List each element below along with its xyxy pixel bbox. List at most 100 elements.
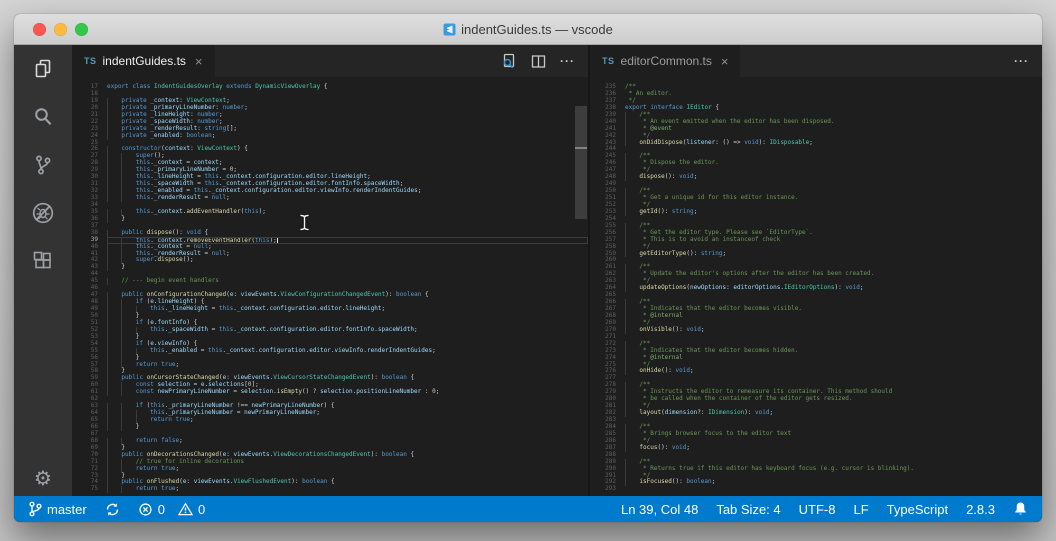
code-editor-editorcommon[interactable]: 235/** 236 * An editor. 237 */238 export in… (590, 77, 1042, 496)
code-text: this._lineHeight = this._context.configu… (107, 305, 588, 313)
code-line: 270 onVisible(): void; (590, 326, 1042, 334)
code-text: * @internal (625, 354, 1042, 362)
code-text: this._enabled = this._context.configurat… (107, 347, 588, 355)
code-line: 287 focus(): void; (590, 444, 1042, 452)
code-text: this._spaceWidth = this._context.configu… (107, 326, 588, 334)
activity-settings[interactable]: ⚙ (14, 468, 72, 488)
error-icon (139, 502, 152, 516)
editor-group-right: TS editorCommon.ts × ··· 235/** 236 * An … (590, 45, 1042, 496)
line-number: 63 (90, 402, 98, 410)
code-line: 253 getId(): string; (590, 208, 1042, 216)
line-number: 62 (90, 395, 98, 403)
code-text: private _enabled: boolean; (107, 132, 588, 140)
code-text: * An event emitted when the editor has b… (625, 118, 1042, 126)
problems-indicator[interactable]: 0 0 (138, 502, 205, 517)
status-bar-right: Ln 39, Col 48 Tab Size: 4 UTF-8 LF TypeS… (621, 501, 1028, 517)
code-line: 277 (590, 374, 1042, 382)
code-line: 55 this._enabled = this._context.configur… (72, 347, 588, 355)
gear-icon: ⚙ (34, 466, 52, 490)
code-text: isFocused(): boolean; (625, 478, 1042, 487)
code-text: getId(): string; (625, 208, 1042, 216)
line-number: 67 (90, 429, 98, 437)
line-number: 36 (90, 214, 98, 222)
split-editor-icon[interactable] (531, 54, 546, 69)
notifications-bell-icon[interactable] (1013, 501, 1028, 517)
code-text: * Indicates that the editor becomes hidd… (625, 347, 1042, 355)
minimize-window-button[interactable] (54, 23, 67, 36)
activity-source-control[interactable] (14, 141, 72, 189)
code-text: this._renderResult = null; (107, 194, 588, 202)
code-text: // true for inline decorations (107, 458, 588, 466)
line-number: 51 (90, 318, 98, 326)
line-number: 50 (90, 311, 98, 319)
code-text: * Returns true if this editor has keyboa… (625, 465, 1042, 473)
vscode-window: indentGuides.ts — vscode ⚙ TS indentGuid… (14, 14, 1042, 522)
code-line: 254 (590, 215, 1042, 223)
language-mode-indicator[interactable]: TypeScript (887, 502, 948, 517)
line-number: 24 (90, 131, 98, 139)
code-text: * be called when the container of the ed… (625, 395, 1042, 404)
line-number: 28 (90, 159, 98, 167)
code-text: * Get a unique id for this editor instan… (625, 194, 1042, 202)
activity-search[interactable] (14, 93, 72, 141)
code-text: // --- begin event handlers (107, 277, 588, 286)
open-preview-icon[interactable] (501, 53, 517, 69)
code-text: * Dispose the editor. (625, 159, 1042, 168)
code-text: } (107, 423, 588, 431)
editor-group-left: TS indentGuides.ts × ··· 17 export class … (72, 45, 590, 496)
tab-editorcommon[interactable]: TS editorCommon.ts × (590, 45, 741, 77)
code-line: 36} (72, 214, 588, 223)
line-number: 45 (90, 277, 98, 285)
close-window-button[interactable] (33, 23, 46, 36)
code-text: * Indicates that the editor becomes visi… (625, 305, 1042, 313)
eol-indicator[interactable]: LF (853, 502, 868, 517)
code-text: updateOptions(newOptions: editorOptions.… (625, 284, 1042, 293)
close-tab-icon[interactable]: × (195, 54, 203, 69)
tab-size-indicator[interactable]: Tab Size: 4 (716, 502, 780, 517)
tab-indentguides[interactable]: TS indentGuides.ts × (72, 45, 215, 77)
activity-explorer[interactable] (14, 45, 72, 93)
code-text: } (107, 354, 588, 362)
line-number: 57 (90, 360, 98, 368)
close-tab-icon[interactable]: × (721, 54, 729, 69)
title-bar[interactable]: indentGuides.ts — vscode (14, 14, 1042, 45)
code-text: * @event (625, 125, 1042, 133)
typescript-file-icon: TS (602, 56, 615, 66)
code-text: const newPrimaryLineNumber = selection.i… (107, 388, 588, 397)
more-actions-icon[interactable]: ··· (560, 54, 575, 68)
git-branch-icon (29, 501, 42, 517)
line-number: 54 (90, 339, 98, 347)
more-actions-icon[interactable]: ··· (1014, 54, 1029, 68)
code-line: 244 (590, 145, 1042, 153)
code-line: 274 * @internal (590, 354, 1042, 362)
code-line: 243 onDidDispose(listener: () => void): I… (590, 139, 1042, 147)
line-number: 21 (90, 110, 98, 118)
line-number: 69 (90, 443, 98, 451)
source-control-icon (36, 155, 51, 175)
sync-button[interactable] (105, 502, 120, 517)
editor-groups: TS indentGuides.ts × ··· 17 export class … (72, 45, 1042, 496)
scrollbar-thumb[interactable] (575, 106, 587, 219)
line-number: 29 (90, 166, 98, 174)
code-line: 262 * Update the editor's options after … (590, 270, 1042, 279)
git-branch-indicator[interactable]: master (28, 501, 87, 517)
activity-debug[interactable] (14, 189, 72, 237)
code-line: 293 (590, 485, 1042, 493)
encoding-indicator[interactable]: UTF-8 (799, 502, 836, 517)
line-number: 39 (90, 235, 98, 243)
line-number: 47 (90, 291, 98, 299)
error-count: 0 (157, 501, 165, 517)
activity-extensions[interactable] (14, 237, 72, 285)
code-line: 42 super.dispose(); (72, 256, 588, 265)
code-line: 249 (590, 180, 1042, 188)
line-number: 35 (90, 207, 98, 215)
code-line: 49 this._lineHeight = this._context.confi… (72, 305, 588, 313)
zoom-window-button[interactable] (75, 23, 88, 36)
typescript-version-indicator[interactable]: 2.8.3 (966, 502, 995, 517)
cursor-position-indicator[interactable]: Ln 39, Col 48 (621, 502, 698, 517)
code-editor-indentguides[interactable]: 17 export class IndentGuidesOverlay exten… (72, 77, 588, 496)
